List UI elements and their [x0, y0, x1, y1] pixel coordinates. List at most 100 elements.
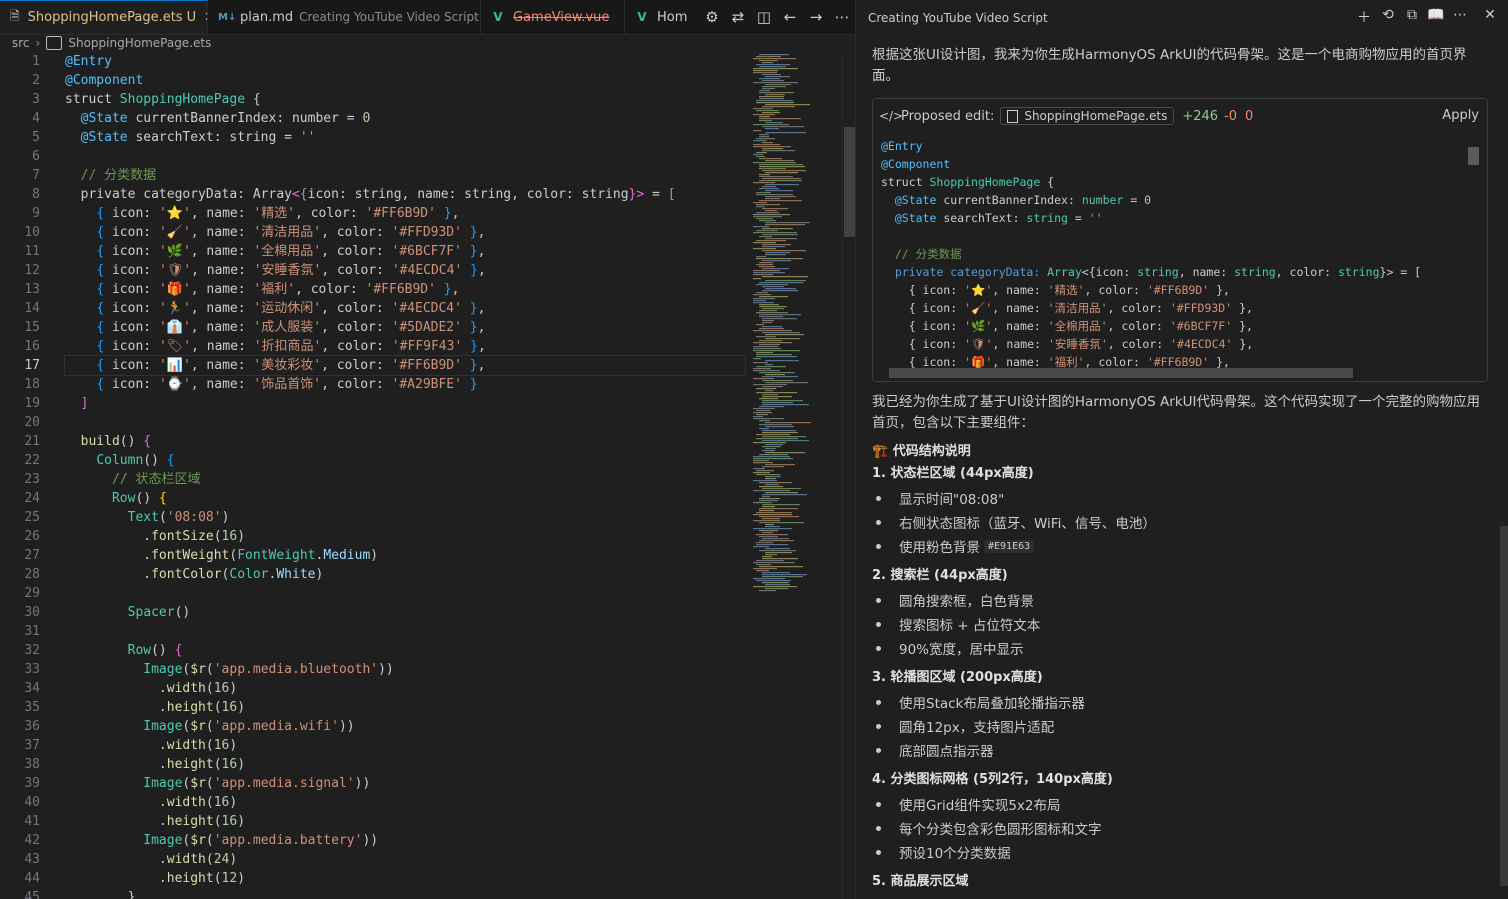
minimap-line	[753, 546, 769, 548]
line-number: 16	[24, 339, 40, 354]
file-icon: 🗎	[10, 9, 20, 23]
minimap-line	[762, 450, 775, 452]
apply-button[interactable]: Apply	[1442, 108, 1479, 123]
tab-label: ShoppingHomePage.ets	[27, 10, 183, 25]
code-token: , name:	[191, 263, 254, 278]
editor-scrollbar-thumb[interactable]	[844, 127, 855, 237]
minimap-line	[753, 72, 777, 74]
compare-changes-icon[interactable]: ⇄	[725, 8, 751, 26]
code-token: icon:	[104, 206, 159, 221]
editor-scrollbar[interactable]	[842, 52, 855, 899]
minimap-line	[759, 540, 794, 542]
tab-gameview-vue[interactable]: V GameView.vue	[481, 0, 625, 34]
minimap-line	[762, 290, 798, 292]
arrow-right-icon[interactable]: →	[803, 8, 829, 26]
split-editor-icon[interactable]: ◫	[751, 8, 777, 26]
minimap-line	[762, 62, 773, 64]
minimap-line	[765, 238, 797, 240]
code-token: @State	[894, 193, 937, 207]
gear-icon[interactable]: ⚙	[699, 8, 725, 26]
code-token: '精选'	[253, 206, 296, 221]
code-editor[interactable]: @Entry @Component struct ShoppingHomePage …	[64, 52, 746, 899]
proposed-edit-scrollbar-thumb[interactable]	[1468, 147, 1479, 165]
proposed-edit-file-chip[interactable]: ShoppingHomePage.ets	[1000, 107, 1175, 125]
proposed-edit-card: </> Proposed edit: ShoppingHomePage.ets …	[872, 98, 1488, 382]
tab-shopping-home-page[interactable]: 🗎 ShoppingHomePage.ets U ✕	[0, 0, 208, 34]
minimap-line	[753, 568, 777, 570]
minimap-line	[753, 130, 761, 132]
minimap-line	[762, 440, 809, 442]
breadcrumb: src › ShoppingHomePage.ets	[0, 34, 855, 52]
code-token: [	[667, 187, 676, 202]
minimap-line	[762, 488, 801, 490]
book-icon[interactable]: 📖	[1424, 7, 1448, 27]
chat-scrollbar-thumb[interactable]	[1500, 526, 1508, 886]
proposed-edit-hscrollbar[interactable]	[875, 367, 1467, 379]
tab-home-vue[interactable]: V Hom	[625, 0, 689, 34]
minimap-line	[753, 202, 767, 204]
more-icon[interactable]: ⋯	[1448, 7, 1472, 27]
line-number: 2	[32, 73, 40, 88]
minimap-line	[753, 140, 767, 142]
plus-icon[interactable]: ＋	[1352, 7, 1376, 27]
code-token: (	[205, 719, 214, 734]
breadcrumb-file[interactable]: ShoppingHomePage.ets	[68, 36, 211, 50]
minimap-line	[753, 586, 797, 588]
breadcrumb-folder[interactable]: src	[12, 36, 30, 50]
code-token: }	[469, 244, 478, 259]
minimap-line	[765, 448, 776, 450]
line-number: 9	[32, 206, 40, 221]
minimap-line	[762, 532, 773, 534]
code-line: { icon: '⭐', name: '精选', color: '#FF6B9D…	[65, 204, 745, 223]
section-bullet: 圆角12px，支持图片适配	[876, 716, 1054, 736]
minimap-line	[756, 366, 786, 368]
tab-plan-md[interactable]: M↓ plan.md Creating YouTube Video Script	[208, 0, 481, 34]
code-token: , color:	[295, 282, 366, 297]
code-token: , name:	[992, 337, 1048, 351]
proposed-edit-file: ShoppingHomePage.ets	[1024, 109, 1168, 123]
bullet-text: 显示时间"08:08"	[899, 492, 1005, 508]
code-token: ()	[174, 605, 191, 620]
code-token: {	[174, 643, 183, 658]
line-number: 35	[24, 700, 40, 715]
editor-pane: 🗎 ShoppingHomePage.ets U ✕ M↓ plan.md Cr…	[0, 0, 855, 899]
more-icon[interactable]: ⋯	[829, 8, 855, 26]
minimap-line	[753, 468, 765, 470]
minimap-line	[753, 418, 784, 420]
minimap-line	[759, 510, 774, 512]
proposal-line: { icon: '🛡', name: '安睡香氛', color: '#4ECD…	[881, 335, 1466, 353]
minimap-line	[762, 376, 798, 378]
code-token: height	[166, 871, 214, 886]
minimap-line	[762, 86, 786, 88]
code-token: private categoryData: Array	[65, 187, 292, 202]
code-token: { icon:	[881, 337, 965, 351]
minimap-line	[753, 330, 792, 332]
minimap-line	[762, 430, 796, 432]
arrow-left-icon[interactable]: ←	[777, 8, 803, 26]
code-token: '#FF9F43'	[391, 339, 463, 354]
code-token: '#FF6B9D'	[1146, 283, 1210, 297]
code-token: 0	[1144, 193, 1152, 207]
chat-scrollbar[interactable]	[1498, 36, 1508, 899]
proposed-edit-scrollbar[interactable]	[1467, 143, 1479, 356]
code-token: },	[1209, 283, 1230, 297]
minimap[interactable]	[748, 52, 842, 899]
code-token: '#4ECDC4'	[391, 301, 462, 316]
close-icon[interactable]: ✕	[1478, 7, 1502, 27]
code-token: { icon:	[881, 283, 965, 297]
new-window-icon[interactable]: ⧉	[1400, 7, 1424, 27]
minimap-line	[759, 486, 783, 488]
history-icon[interactable]: ⟲	[1376, 7, 1400, 27]
minimap-line	[759, 136, 769, 138]
proposed-edit-hscrollbar-thumb[interactable]	[889, 368, 1353, 378]
line-number: 4	[32, 111, 40, 126]
code-token: },	[1232, 337, 1254, 351]
code-token: '📊'	[158, 358, 191, 373]
minimap-line	[759, 516, 799, 518]
code-line: .height(16)	[65, 698, 745, 717]
code-token: '#FFD93D'	[1169, 301, 1233, 315]
code-token: width	[166, 738, 206, 753]
